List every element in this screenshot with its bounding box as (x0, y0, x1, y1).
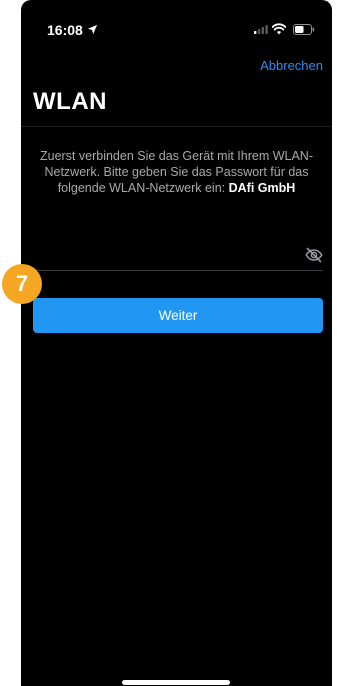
signal-icon (254, 25, 268, 34)
screenshot-frame: 16:08 Abbrechen WLAN Zuerst verbinden Si… (0, 0, 337, 686)
eye-slash-icon[interactable] (305, 247, 323, 263)
page-title: WLAN (33, 88, 107, 115)
location-arrow-icon (87, 24, 98, 35)
step-number-badge: 7 (2, 264, 42, 304)
instruction-text: Zuerst verbinden Sie das Gerät mit Ihrem… (31, 148, 322, 196)
status-bar: 16:08 (21, 0, 332, 46)
home-indicator[interactable] (122, 680, 230, 685)
phone-screen: 16:08 Abbrechen WLAN Zuerst verbinden Si… (21, 0, 332, 686)
password-input[interactable] (33, 240, 323, 271)
status-time: 16:08 (47, 22, 83, 38)
network-name: DAfi GmbH (228, 181, 296, 195)
wifi-icon (272, 23, 286, 35)
cancel-button[interactable]: Abbrechen (260, 58, 323, 73)
continue-button[interactable]: Weiter (33, 298, 323, 333)
battery-icon (293, 24, 315, 35)
header-divider (21, 126, 332, 127)
